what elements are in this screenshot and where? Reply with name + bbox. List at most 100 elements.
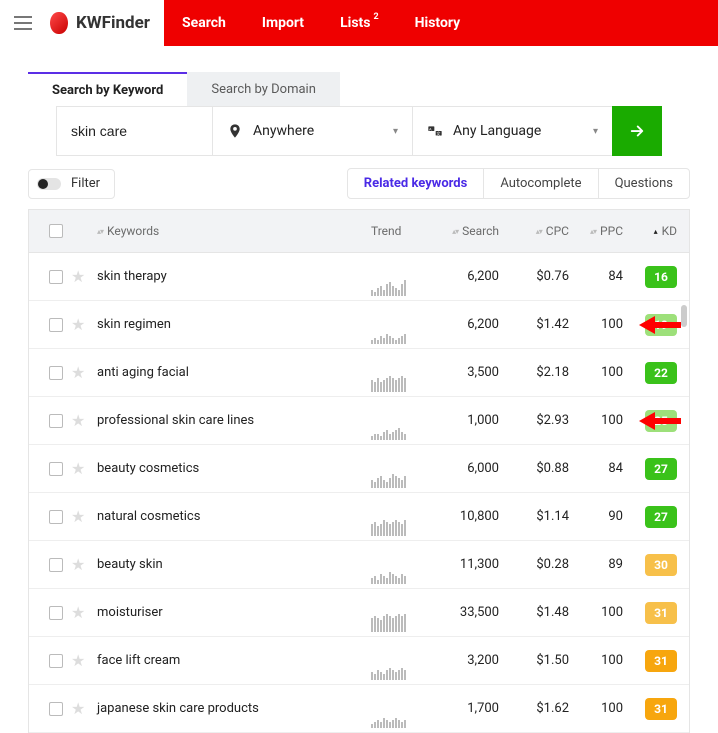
keyword-cell[interactable]: skin regimen: [97, 317, 371, 332]
trend-sparkline: [371, 614, 429, 632]
select-all-checkbox[interactable]: [41, 224, 71, 238]
subtab-questions[interactable]: Questions: [599, 169, 689, 198]
row-checkbox[interactable]: [49, 702, 63, 716]
ppc-cell: 100: [569, 317, 623, 332]
tab-search-by-domain[interactable]: Search by Domain: [187, 72, 340, 106]
location-pin-icon: [227, 123, 243, 139]
search-volume-cell: 1,000: [429, 413, 499, 428]
language-dropdown[interactable]: A文 Any Language ▾: [412, 106, 612, 156]
star-icon[interactable]: ★: [71, 459, 85, 478]
star-icon[interactable]: ★: [71, 315, 85, 334]
trend-sparkline: [371, 710, 429, 728]
main-nav: SearchImportLists2History: [164, 0, 718, 46]
svg-text:文: 文: [436, 130, 440, 136]
star-icon[interactable]: ★: [71, 267, 85, 286]
col-header-kd[interactable]: ▴ KD: [623, 224, 677, 238]
language-label: Any Language: [453, 123, 593, 139]
row-checkbox[interactable]: [49, 510, 63, 524]
location-label: Anywhere: [253, 123, 393, 139]
col-header-ppc[interactable]: ▴▾PPC: [569, 224, 623, 238]
kd-badge: 27: [645, 458, 677, 480]
row-checkbox[interactable]: [49, 462, 63, 476]
trend-sparkline: [371, 566, 429, 584]
cpc-cell: $0.28: [499, 557, 569, 572]
trend-sparkline: [371, 374, 429, 392]
hamburger-menu-icon[interactable]: [0, 0, 46, 46]
nav-item-search[interactable]: Search: [164, 0, 244, 46]
col-header-trend[interactable]: Trend: [371, 224, 429, 238]
trend-sparkline: [371, 278, 429, 296]
search-volume-cell: 6,200: [429, 269, 499, 284]
table-row: ★ beauty cosmetics 6,000$0.8884 27: [29, 445, 689, 493]
row-checkbox[interactable]: [49, 270, 63, 284]
search-volume-cell: 10,800: [429, 509, 499, 524]
nav-item-import[interactable]: Import: [244, 0, 322, 46]
keyword-cell[interactable]: beauty skin: [97, 557, 371, 572]
star-icon[interactable]: ★: [71, 363, 85, 382]
keyword-cell[interactable]: natural cosmetics: [97, 509, 371, 524]
kd-badge: 22: [645, 362, 677, 384]
kd-badge: 31: [645, 698, 677, 720]
row-checkbox[interactable]: [49, 414, 63, 428]
keyword-cell[interactable]: skin therapy: [97, 269, 371, 284]
cpc-cell: $0.88: [499, 461, 569, 476]
kd-badge: 30: [645, 554, 677, 576]
keyword-cell[interactable]: professional skin care lines: [97, 413, 371, 428]
keyword-input[interactable]: [71, 123, 198, 139]
trend-sparkline: [371, 662, 429, 680]
ppc-cell: 100: [569, 653, 623, 668]
toggle-icon: [37, 178, 61, 190]
col-header-search[interactable]: ▴▾Search: [429, 224, 499, 238]
brand-name: KWFinder: [76, 13, 150, 33]
table-header: ▴▾Keywords Trend ▴▾Search ▴▾CPC ▴▾PPC ▴ …: [28, 209, 690, 253]
subtab-related-keywords[interactable]: Related keywords: [348, 169, 485, 198]
search-button[interactable]: [612, 106, 662, 156]
ppc-cell: 100: [569, 413, 623, 428]
star-icon[interactable]: ★: [71, 555, 85, 574]
brand-logo[interactable]: KWFinder: [46, 0, 164, 46]
cpc-cell: $2.18: [499, 365, 569, 380]
table-row: ★moisturiser33,500$1.4810031: [29, 589, 689, 637]
row-checkbox[interactable]: [49, 654, 63, 668]
logo-icon: [50, 12, 68, 34]
nav-item-lists[interactable]: Lists2: [322, 0, 397, 46]
table-body: ★skin therapy6,200$0.768416★skin regimen…: [28, 253, 690, 733]
location-dropdown[interactable]: Anywhere ▾: [212, 106, 412, 156]
ppc-cell: 90: [569, 509, 623, 524]
search-volume-cell: 6,000: [429, 461, 499, 476]
controls-row: Filter Related keywordsAutocompleteQuest…: [0, 156, 718, 209]
nav-item-history[interactable]: History: [397, 0, 479, 46]
keyword-input-wrap: [56, 106, 212, 156]
col-header-keywords[interactable]: ▴▾Keywords: [97, 224, 371, 238]
keyword-cell[interactable]: japanese skin care products: [97, 701, 371, 716]
trend-sparkline: [371, 326, 429, 344]
star-icon[interactable]: ★: [71, 651, 85, 670]
filter-toggle-button[interactable]: Filter: [28, 169, 115, 199]
row-checkbox[interactable]: [49, 606, 63, 620]
annotation-arrow-icon: [639, 410, 681, 432]
table-row: ★ natural cosmetics 10,800$1.1490 27: [29, 493, 689, 541]
cpc-cell: $0.76: [499, 269, 569, 284]
kd-badge: 27: [645, 506, 677, 528]
row-checkbox[interactable]: [49, 318, 63, 332]
keyword-cell[interactable]: beauty cosmetics: [97, 461, 371, 476]
cpc-cell: $1.14: [499, 509, 569, 524]
table-row: ★anti aging facial3,500$2.1810022: [29, 349, 689, 397]
row-checkbox[interactable]: [49, 558, 63, 572]
row-checkbox[interactable]: [49, 366, 63, 380]
star-icon[interactable]: ★: [71, 411, 85, 430]
language-icon: A文: [427, 123, 443, 139]
tab-search-by-keyword[interactable]: Search by Keyword: [28, 72, 187, 106]
star-icon[interactable]: ★: [71, 699, 85, 718]
app-header: KWFinder SearchImportLists2History: [0, 0, 718, 46]
star-icon[interactable]: ★: [71, 603, 85, 622]
keyword-cell[interactable]: moisturiser: [97, 605, 371, 620]
search-volume-cell: 3,500: [429, 365, 499, 380]
star-icon[interactable]: ★: [71, 507, 85, 526]
subtab-autocomplete[interactable]: Autocomplete: [484, 169, 598, 198]
col-header-cpc[interactable]: ▴▾CPC: [499, 224, 569, 238]
ppc-cell: 84: [569, 269, 623, 284]
keyword-cell[interactable]: face lift cream: [97, 653, 371, 668]
keyword-cell[interactable]: anti aging facial: [97, 365, 371, 380]
ppc-cell: 84: [569, 461, 623, 476]
